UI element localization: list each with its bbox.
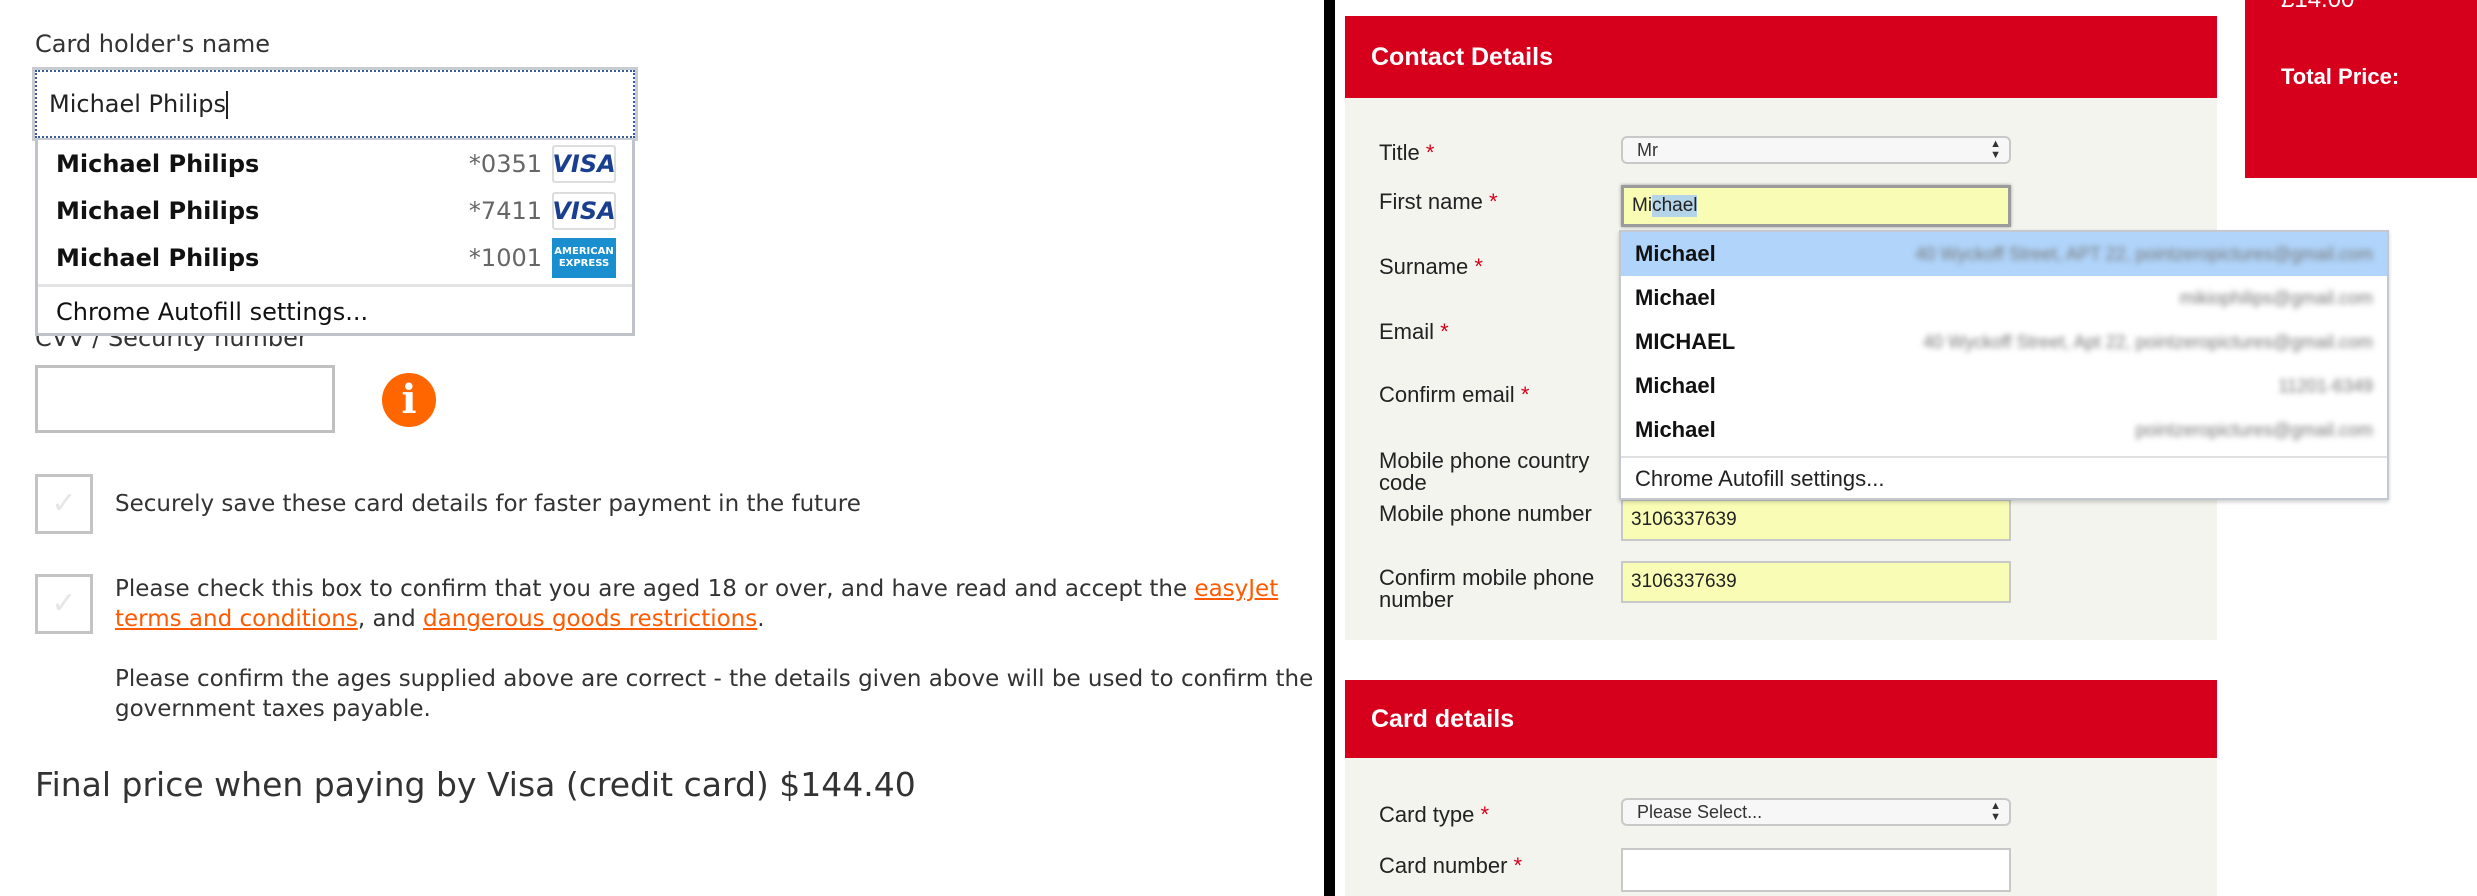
card-number-input[interactable]: [1621, 848, 2011, 892]
first-name-input[interactable]: Mi chael: [1621, 185, 2011, 227]
pane-divider: [1324, 0, 1335, 896]
confirm-mobile-label: Confirm mobile phone number: [1379, 565, 1595, 612]
email-label: Email *: [1379, 319, 1449, 344]
confirm-email-label: Confirm email *: [1379, 382, 1530, 407]
address-suggestion[interactable]: MICHAEL 40 Wyckoff Street, Apt 22, pointz…: [1621, 320, 2387, 364]
card-number-label: Card number *: [1379, 853, 1523, 878]
address-autofill-dropdown: Michael 40 Wyckoff Street, APT 22, pointz…: [1619, 230, 2389, 500]
amex-logo-icon: AMERICAN EXPRESS: [552, 237, 616, 278]
mobile-number-input[interactable]: 3106337639: [1621, 499, 2011, 541]
text-caret: [225, 91, 228, 119]
card-type-label: Card type *: [1379, 802, 1490, 827]
suggestion-name: Michael Philips: [56, 196, 260, 225]
card-details-header: Card details: [1345, 680, 2217, 758]
dangerous-goods-link[interactable]: dangerous goods restrictions: [423, 606, 757, 632]
card-last4: *1001: [468, 243, 542, 272]
address-suggestion[interactable]: Michael mikiophilips@gmail.com: [1621, 276, 2387, 320]
card-type-select[interactable]: Please Select... ▲ ▼: [1621, 798, 2011, 826]
contact-details-header: Contact Details: [1345, 16, 2217, 98]
title-select[interactable]: Mr ▲ ▼: [1621, 136, 2011, 164]
address-suggestion[interactable]: Michael 40 Wyckoff Street, APT 22, pointz…: [1621, 232, 2387, 276]
select-arrows-icon: ▲ ▼: [1990, 800, 2001, 823]
card-suggestion[interactable]: Michael Philips *1001 AMERICAN EXPRESS: [38, 234, 632, 281]
card-suggestion[interactable]: Michael Philips *7411 VISA: [38, 187, 632, 234]
card-last4: *7411: [468, 196, 542, 225]
card-holder-input[interactable]: Michael Philips: [32, 67, 638, 141]
autofill-settings-link[interactable]: Chrome Autofill settings...: [38, 284, 632, 336]
save-card-checkbox[interactable]: ✓: [35, 474, 93, 534]
autofill-settings-link[interactable]: Chrome Autofill settings...: [1621, 456, 2387, 500]
info-icon[interactable]: i: [382, 373, 436, 427]
address-suggestion[interactable]: Michael pointzeropictures@gmail.com: [1621, 408, 2387, 452]
mobile-number-label: Mobile phone number: [1379, 501, 1592, 526]
cvv-input[interactable]: [35, 365, 335, 433]
confirm-mobile-input[interactable]: 3106337639: [1621, 561, 2011, 603]
suggestion-name: Michael Philips: [56, 149, 260, 178]
suggestion-name: Michael Philips: [56, 243, 260, 272]
card-autofill-dropdown: Michael Philips *0351 VISA Michael Philips…: [35, 140, 635, 336]
card-suggestion[interactable]: Michael Philips *0351 VISA: [38, 140, 632, 187]
final-price: Final price when paying by Visa (credit …: [35, 765, 916, 804]
age-terms-text: Please check this box to confirm that yo…: [115, 576, 1279, 632]
visa-logo-icon: VISA: [552, 191, 616, 230]
mobile-country-label: Mobile phone country code: [1379, 448, 1590, 495]
surname-label: Surname *: [1379, 254, 1483, 279]
select-arrows-icon: ▲ ▼: [1990, 138, 2001, 161]
card-holder-label: Card holder's name: [35, 30, 270, 58]
age-terms-checkbox[interactable]: ✓: [35, 574, 93, 634]
price-amount: £14.00: [2281, 0, 2354, 14]
confirm-ages-text: Please confirm the ages supplied above a…: [115, 666, 1314, 722]
first-name-label: First name *: [1379, 189, 1498, 214]
visa-logo-icon: VISA: [552, 144, 616, 183]
address-suggestion[interactable]: Michael 11201-6349: [1621, 364, 2387, 408]
card-holder-value: Michael Philips: [49, 90, 226, 118]
title-label: Title *: [1379, 140, 1435, 165]
price-summary: £14.00 Total Price:: [2245, 0, 2477, 178]
card-last4: *0351: [468, 149, 542, 178]
save-card-text: Securely save these card details for fas…: [115, 491, 861, 517]
total-price-label: Total Price:: [2281, 64, 2400, 89]
